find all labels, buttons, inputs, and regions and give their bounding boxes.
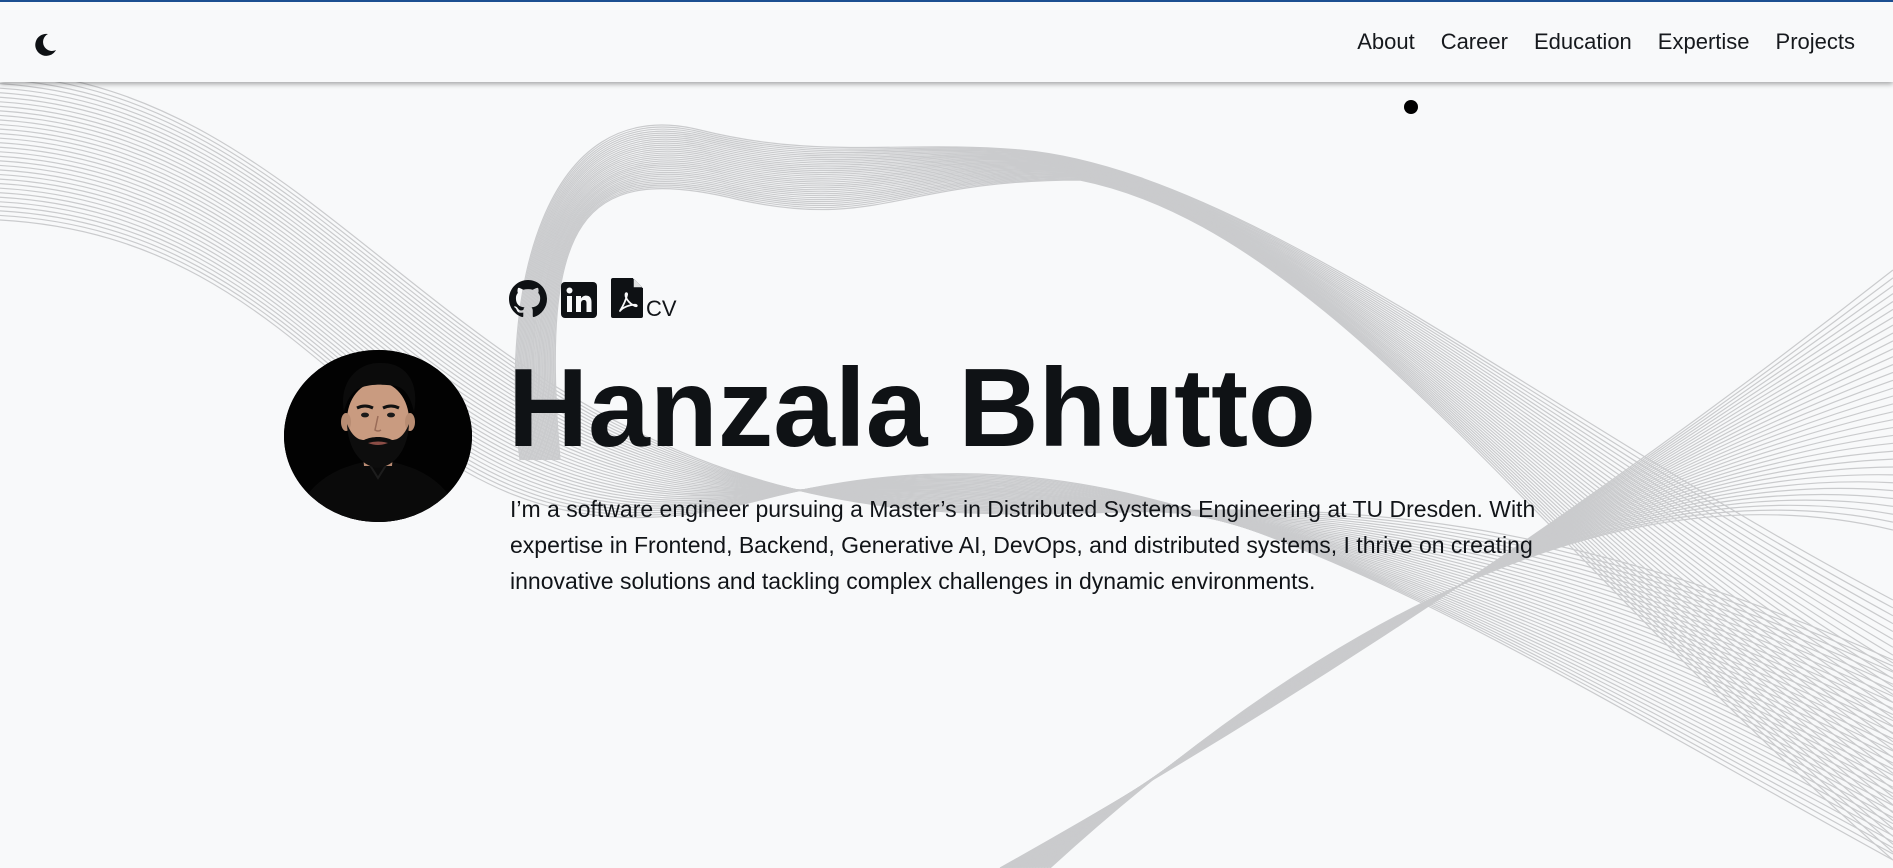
nav-link-expertise[interactable]: Expertise <box>1658 28 1750 56</box>
nav-links: About Career Education Expertise Project… <box>1357 28 1855 56</box>
social-links: CV <box>509 278 677 321</box>
nav-link-education[interactable]: Education <box>1534 28 1632 56</box>
top-accent-line <box>0 0 1893 2</box>
moon-icon[interactable] <box>31 31 59 59</box>
nav-link-career[interactable]: Career <box>1441 28 1508 56</box>
nav-link-projects[interactable]: Projects <box>1776 28 1855 56</box>
cv-link[interactable]: CV <box>611 278 677 321</box>
github-link[interactable] <box>509 280 547 318</box>
hero-section: CV Hanzala Bhutto I’m a software enginee… <box>0 0 1893 868</box>
navbar: About Career Education Expertise Project… <box>0 2 1893 82</box>
pdf-file-icon <box>611 278 643 318</box>
linkedin-icon <box>561 282 597 318</box>
avatar <box>284 350 472 522</box>
cv-label: CV <box>646 296 677 321</box>
linkedin-link[interactable] <box>561 282 597 318</box>
cursor-dot <box>1404 100 1418 114</box>
github-icon <box>509 280 547 318</box>
bio-text: I’m a software engineer pursuing a Maste… <box>510 496 1536 594</box>
nav-link-about[interactable]: About <box>1357 28 1415 56</box>
page-title: Hanzala Bhutto <box>508 346 1316 470</box>
